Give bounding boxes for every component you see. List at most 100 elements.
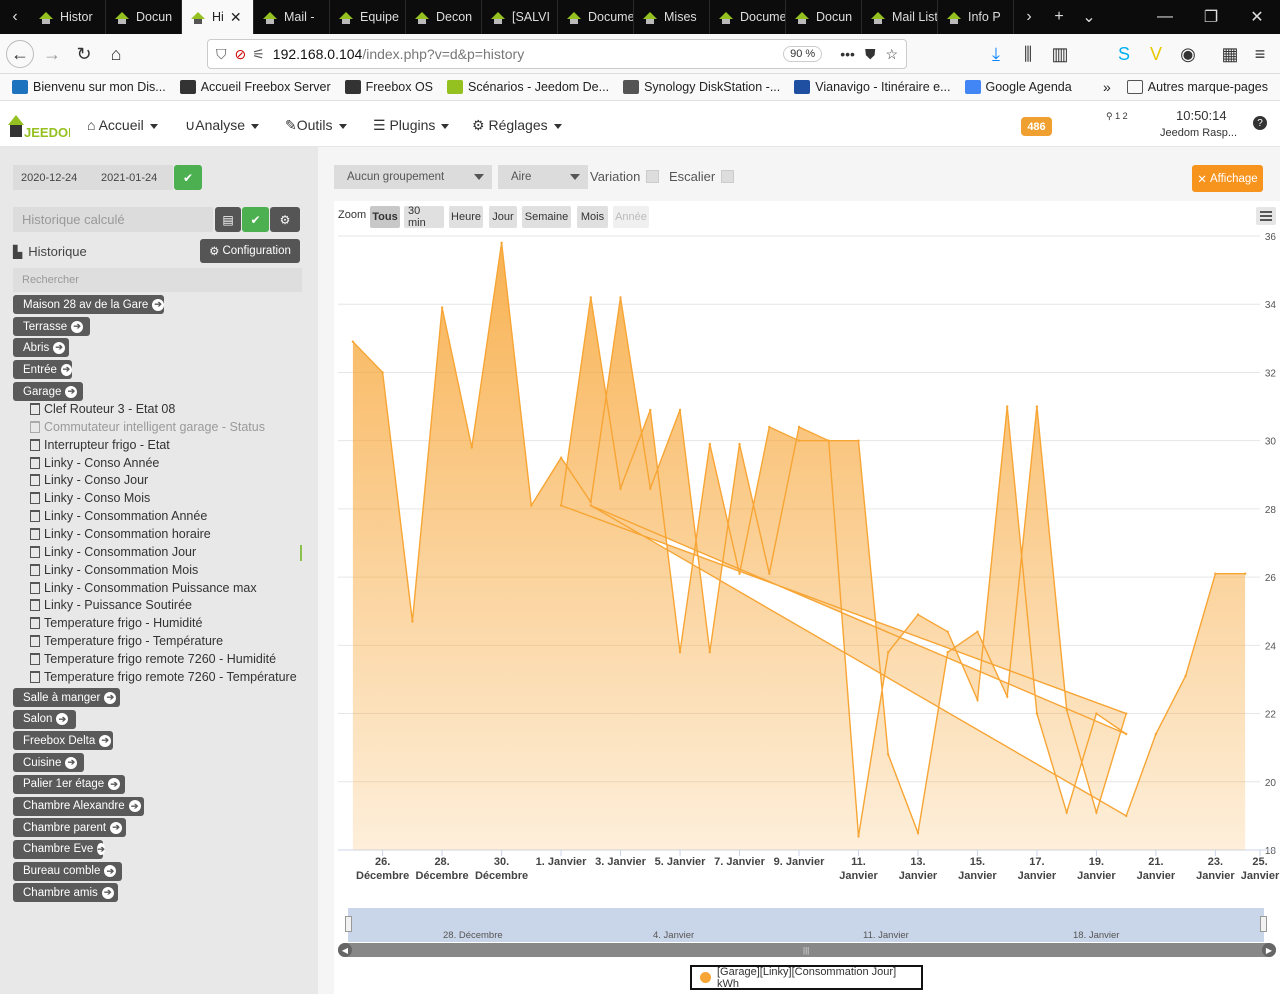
trash-icon[interactable]	[30, 438, 40, 451]
object-item[interactable]: Chambre Alexandre ➔	[13, 796, 144, 816]
scroll-grip-icon[interactable]: |||	[803, 946, 809, 955]
history-command-item[interactable]: Linky - Consommation Puissance max	[30, 581, 257, 595]
close-tab-icon[interactable]: ✕	[230, 9, 242, 26]
home-icon[interactable]: ⌂	[102, 40, 130, 68]
object-item[interactable]: Freebox Delta ➔	[13, 731, 113, 751]
sidebar-icon[interactable]: ▥	[1046, 40, 1074, 68]
history-command-item[interactable]: Temperature frigo - Humidité	[30, 616, 202, 630]
apply-dates-button[interactable]: ✔	[174, 165, 202, 190]
zoom-level[interactable]: 90 %	[783, 46, 823, 62]
history-command-item[interactable]: Linky - Conso Mois	[30, 491, 150, 505]
bookmark-star-icon[interactable]: ☆	[885, 46, 898, 63]
zoom-button[interactable]: Semaine	[522, 206, 571, 228]
counters[interactable]: ⚲ 1 2	[1106, 111, 1128, 122]
navigator[interactable]: 28. Décembre 4. Janvier 11. Janvier 18. Jan…	[338, 908, 1272, 942]
close-window-icon[interactable]: ✕	[1234, 0, 1280, 34]
bookmark-item[interactable]: Synology DiskStation -...	[623, 80, 780, 94]
stairs-toggle[interactable]: Escalier	[669, 169, 735, 184]
trash-icon[interactable]	[30, 474, 40, 487]
bookmark-item[interactable]: Accueil Freebox Server	[179, 80, 331, 94]
url-bar[interactable]: ⛉ ⊘ ⚟ 192.168.0.104 /index.php?v=d&p=his…	[207, 39, 907, 69]
trash-icon[interactable]	[30, 545, 40, 558]
object-item[interactable]: Abris ➔	[13, 338, 69, 357]
browser-tab[interactable]: Mail -	[254, 0, 330, 34]
history-command-item[interactable]: Temperature frigo remote 7260 - Humidité	[30, 652, 276, 666]
download-icon[interactable]: ⤓	[982, 40, 1010, 68]
object-item[interactable]: Chambre amis ➔	[13, 883, 118, 903]
object-item[interactable]: Salon ➔	[13, 709, 76, 729]
bookmark-item[interactable]: Vianavigo - Itinéraire e...	[794, 80, 951, 94]
search-input[interactable]: Rechercher	[13, 268, 302, 292]
shield-icon[interactable]: ⛉	[216, 46, 227, 63]
history-command-item[interactable]: Temperature frigo - Température	[30, 634, 223, 648]
object-item[interactable]: Terrasse ➔	[13, 317, 90, 336]
browser-tab[interactable]: Info P	[938, 0, 1014, 34]
zoom-button[interactable]: Heure	[449, 206, 483, 228]
browser-tab[interactable]: Document	[558, 0, 634, 34]
history-command-item[interactable]: Commutateur intelligent garage - Status	[30, 420, 265, 434]
browser-tab[interactable]: Mises	[634, 0, 710, 34]
history-chart[interactable]: 1820222426283032343626.Décembre28.Décemb…	[334, 228, 1280, 896]
trash-icon[interactable]	[30, 670, 40, 683]
navigator-right-handle[interactable]	[1260, 916, 1267, 932]
scroll-right-icon[interactable]: ▶	[1262, 943, 1276, 957]
history-command-item[interactable]: Temperature frigo remote 7260 - Températ…	[30, 670, 297, 684]
new-tab-icon[interactable]: +	[1044, 0, 1074, 34]
menu-plugins[interactable]: ☰ Plugins	[373, 117, 450, 134]
history-command-item[interactable]: Clef Routeur 3 - Etat 08	[30, 402, 175, 416]
variation-checkbox[interactable]	[646, 170, 660, 183]
trash-icon[interactable]	[30, 599, 40, 612]
object-item[interactable]: Garage ➔	[13, 382, 83, 401]
bookmark-item[interactable]: Scénarios - Jeedom De...	[447, 80, 609, 94]
jeedom-logo[interactable]: JEEDOM	[6, 107, 79, 141]
bookmark-item[interactable]: Freebox OS	[344, 80, 433, 94]
more-actions-icon[interactable]: •••	[840, 46, 855, 62]
menu-analyse[interactable]: ∪Analyse	[185, 117, 260, 134]
skype-icon[interactable]: S	[1110, 40, 1138, 68]
object-item[interactable]: Maison 28 av de la Gare ➔	[13, 295, 164, 314]
calculated-history-input[interactable]: Historique calculé	[13, 207, 213, 232]
tab-scroll-left-icon[interactable]: ‹	[0, 0, 30, 34]
zoom-button[interactable]: Jour	[489, 206, 517, 228]
browser-tab[interactable]: Docun	[786, 0, 862, 34]
tab-scroll-right-icon[interactable]: ›	[1014, 0, 1044, 34]
trash-icon[interactable]	[30, 492, 40, 505]
more-bookmarks-icon[interactable]: »	[1103, 79, 1111, 95]
trash-icon[interactable]	[30, 581, 40, 594]
account-icon[interactable]: ◉	[1174, 40, 1202, 68]
object-item[interactable]: Salle à manger ➔	[13, 688, 120, 707]
browser-tab[interactable]: [SALVI	[482, 0, 558, 34]
trash-icon[interactable]	[30, 635, 40, 648]
zoom-button[interactable]: Mois	[577, 206, 608, 228]
chart-legend[interactable]: [Garage][Linky][Consommation Jour] kWh	[690, 965, 923, 990]
vivaldi-icon[interactable]: V	[1142, 40, 1170, 68]
chart-menu-icon[interactable]	[1256, 207, 1276, 225]
back-icon[interactable]: ←	[6, 40, 34, 68]
history-command-item[interactable]: Linky - Conso Jour	[30, 473, 148, 487]
browser-tab[interactable]: Equipe	[330, 0, 406, 34]
trash-icon[interactable]	[30, 527, 40, 540]
object-item[interactable]: Entrée ➔	[13, 360, 72, 379]
date-end-input[interactable]: 2021-01-24	[93, 165, 173, 190]
permissions-icon[interactable]: ⚟	[252, 46, 265, 63]
browser-tab[interactable]: Hi ✕	[182, 0, 254, 34]
calc-apply-button[interactable]: ✔	[242, 207, 269, 232]
menu-outils[interactable]: ✎Outils	[285, 117, 347, 134]
history-command-item[interactable]: Linky - Conso Année	[30, 456, 159, 470]
calc-list-button[interactable]: ▤	[215, 207, 241, 232]
calc-settings-button[interactable]: ⚙	[270, 207, 300, 232]
message-badge[interactable]: 486	[1021, 117, 1052, 136]
menu-accueil[interactable]: ⌂ Accueil	[87, 117, 158, 133]
browser-tab[interactable]: Decon	[406, 0, 482, 34]
history-command-item[interactable]: Linky - Consommation horaire	[30, 527, 211, 541]
date-start-input[interactable]: 2020-12-24	[13, 165, 93, 190]
reload-icon[interactable]: ↻	[70, 40, 98, 68]
stairs-checkbox[interactable]	[721, 170, 735, 183]
zoom-button[interactable]: Tous	[370, 206, 400, 228]
history-command-item[interactable]: Linky - Consommation Année	[30, 509, 207, 523]
history-command-item[interactable]: Interrupteur frigo - Etat	[30, 438, 170, 452]
tab-list-icon[interactable]: ⌄	[1074, 0, 1104, 34]
menu-icon[interactable]: ≡	[1246, 40, 1274, 68]
restore-icon[interactable]: ❐	[1188, 0, 1234, 34]
history-command-item[interactable]: Linky - Consommation Jour	[30, 545, 196, 559]
